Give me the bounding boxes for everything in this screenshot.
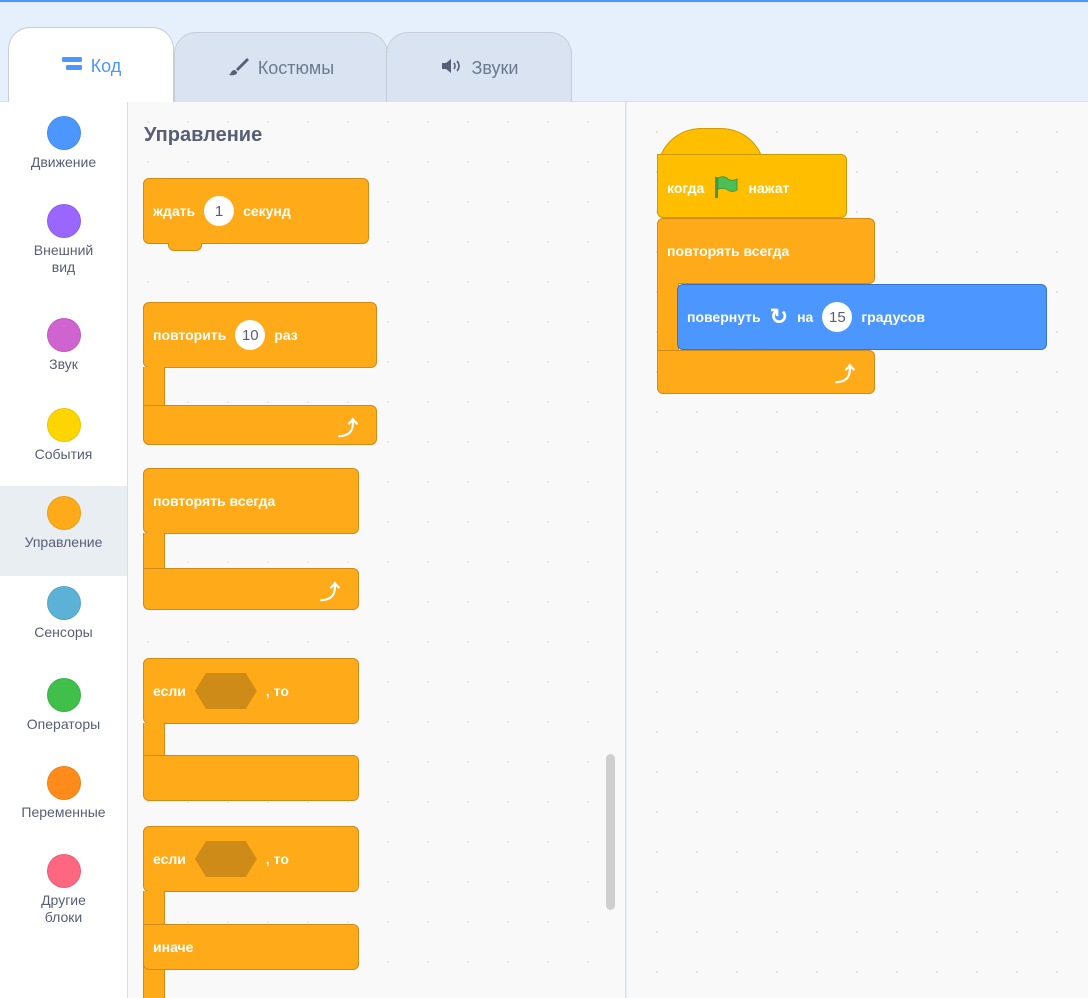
wait-seconds-input[interactable]: 1 — [204, 196, 235, 226]
block-label: на — [797, 309, 814, 325]
category-label: Операторы — [26, 716, 101, 732]
repeat-block[interactable]: повторить 10 раз — [143, 302, 377, 368]
block-label: когда — [667, 180, 705, 196]
if-then-block[interactable]: если , то — [143, 658, 359, 724]
block-categories: Движение Внешний вид Звук События Управл… — [0, 102, 128, 998]
category-operators[interactable]: Операторы — [0, 678, 127, 733]
block-label: градусов — [861, 309, 925, 325]
category-sound[interactable]: Звук — [0, 318, 127, 373]
block-label: повторить — [153, 327, 227, 343]
category-dot — [46, 116, 81, 150]
tab-code[interactable]: Код — [8, 27, 174, 104]
editor-tabs-bar: Код Костюмы Звуки — [0, 0, 1088, 104]
category-sensing[interactable]: Сенсоры — [0, 586, 127, 641]
brush-icon — [228, 56, 250, 81]
condition-slot[interactable] — [194, 673, 257, 709]
category-control[interactable]: Управление — [0, 486, 127, 576]
category-label: События — [34, 446, 93, 462]
block-label: повернуть — [687, 309, 761, 325]
block-label: повторять всегда — [153, 493, 276, 509]
block-label: секунд — [243, 203, 291, 219]
category-dot — [46, 766, 81, 800]
category-variables[interactable]: Переменные — [0, 766, 127, 821]
category-dot — [46, 496, 81, 530]
category-label: Сенсоры — [34, 624, 93, 640]
tab-costumes[interactable]: Костюмы — [174, 32, 388, 104]
category-dot — [46, 204, 81, 238]
block-footer — [143, 755, 359, 801]
category-dot — [46, 318, 81, 352]
category-label: Управление — [24, 534, 103, 550]
if-else-block[interactable]: если , то — [143, 826, 359, 892]
speaker-icon — [440, 58, 464, 79]
tab-sounds-label: Звуки — [471, 58, 519, 78]
block-notch — [168, 243, 202, 251]
block-label: иначе — [153, 939, 194, 955]
category-dot — [46, 586, 81, 620]
category-label: Внешний вид — [33, 242, 94, 275]
block-palette: Управление ждать 1 секунд повторить 10 р… — [128, 102, 626, 998]
block-label: если — [153, 851, 186, 867]
category-dot — [46, 854, 81, 888]
category-label: Звук — [49, 356, 78, 372]
block-label: , то — [265, 851, 289, 867]
block-label: ждать — [153, 203, 196, 219]
category-looks[interactable]: Внешний вид — [0, 204, 127, 276]
else-row: иначе — [143, 924, 359, 970]
repeat-count-input[interactable]: 10 — [235, 320, 266, 350]
wait-block[interactable]: ждать 1 секунд — [143, 178, 369, 244]
when-flag-clicked-block[interactable]: когда нажат — [657, 154, 847, 218]
tab-code-label: Код — [90, 55, 122, 76]
loop-arrow-icon: ⤴ — [835, 364, 855, 386]
block-label: нажат — [748, 180, 790, 196]
block-label: раз — [274, 327, 298, 343]
category-dot — [46, 678, 81, 712]
category-dot — [46, 408, 81, 442]
rotate-right-icon: ↻ — [769, 304, 789, 329]
condition-slot[interactable] — [194, 841, 257, 877]
code-icon — [61, 56, 83, 77]
block-label: повторять всегда — [667, 243, 790, 259]
script-workspace[interactable]: когда нажат повторять всегда ⤴ повернуть… — [627, 102, 1088, 998]
turn-degrees-input[interactable]: 15 — [822, 302, 853, 332]
palette-scrollbar[interactable] — [606, 754, 615, 910]
turn-right-block[interactable]: повернуть ↻ на 15 градусов — [677, 284, 1047, 350]
forever-block[interactable]: повторять всегда — [657, 218, 875, 284]
block-label: , то — [265, 683, 289, 699]
green-flag-icon — [713, 175, 739, 202]
category-label: Другие блоки — [41, 892, 86, 925]
palette-title: Управление — [144, 124, 263, 146]
category-label: Движение — [30, 154, 97, 170]
category-label: Переменные — [21, 804, 106, 820]
loop-arrow-icon: ⤴ — [320, 582, 340, 604]
category-my-blocks[interactable]: Другие блоки — [0, 854, 127, 926]
tab-costumes-label: Костюмы — [257, 58, 335, 78]
loop-arrow-icon: ⤴ — [338, 418, 358, 440]
category-events[interactable]: События — [0, 408, 127, 463]
category-motion[interactable]: Движение — [0, 116, 127, 171]
tab-sounds[interactable]: Звуки — [386, 32, 572, 104]
forever-block[interactable]: повторять всегда — [143, 468, 359, 534]
block-label: если — [153, 683, 186, 699]
